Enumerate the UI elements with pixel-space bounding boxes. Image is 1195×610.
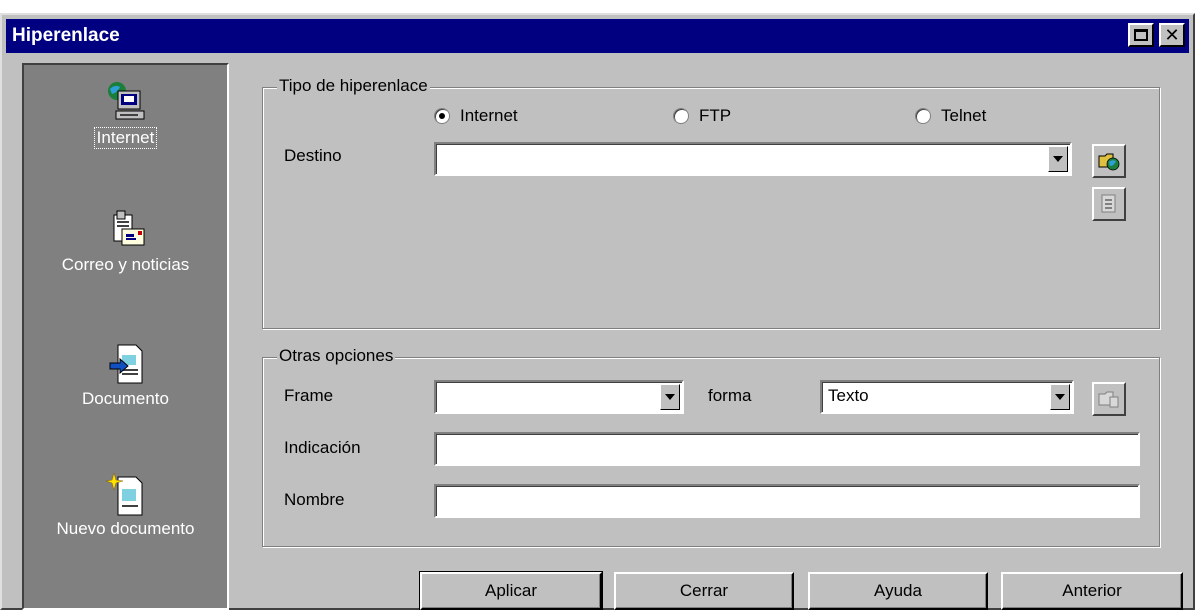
radio-button[interactable] [434, 108, 450, 124]
forma-dropdown-button[interactable] [1050, 384, 1070, 410]
help-button-label: Ayuda [874, 581, 922, 600]
frame-combobox[interactable] [434, 380, 684, 414]
destino-label: Destino [284, 146, 342, 165]
destino-dropdown-button[interactable] [1048, 146, 1068, 172]
radio-internet-label: Internet [460, 106, 518, 125]
close-button-label: Cerrar [679, 581, 729, 600]
mail-news-icon [106, 209, 146, 249]
nombre-label: Nombre [284, 490, 345, 509]
globe-computer-icon [106, 81, 146, 121]
window-title: Hiperenlace [12, 25, 120, 46]
back-button-label: Anterior [1062, 581, 1122, 600]
help-button[interactable]: Ayuda [808, 572, 988, 610]
sidebar-item-label: Correo y noticias [61, 255, 190, 274]
hyperlink-dialog: Hiperenlace ✕ Internet Correo y noticias… [0, 13, 1195, 610]
macro-events-icon [1098, 391, 1119, 408]
target-frame-button [1092, 187, 1126, 221]
frame-label: Frame [284, 386, 334, 405]
new-document-icon [105, 472, 146, 516]
forma-value: Texto [828, 386, 869, 405]
forma-combobox[interactable]: Texto [820, 380, 1074, 414]
document-icon [106, 343, 146, 384]
close-dialog-button[interactable]: Cerrar [614, 572, 794, 610]
chevron-down-icon [665, 394, 675, 400]
sidebar-item-label: Internet [93, 127, 158, 149]
browse-web-button[interactable] [1092, 144, 1126, 178]
close-icon: ✕ [1164, 25, 1180, 45]
link-type-legend: Tipo de hiperenlace [277, 76, 430, 96]
maximize-icon [1134, 29, 1148, 41]
sidebar-item-label: Documento [82, 389, 169, 408]
radio-selected-dot [439, 113, 445, 119]
frame-dropdown-button[interactable] [660, 384, 680, 410]
maximize-button[interactable] [1128, 23, 1154, 47]
close-button[interactable]: ✕ [1159, 23, 1185, 47]
chevron-down-icon [1055, 394, 1065, 400]
sidebar-item-label: Nuevo documento [56, 519, 195, 538]
chevron-down-icon [1053, 156, 1063, 162]
sidebar-item-mail-news[interactable]: Correo y noticias [24, 209, 227, 275]
radio-telnet-label: Telnet [941, 106, 987, 125]
radio-telnet[interactable]: Telnet [915, 106, 986, 126]
radio-button[interactable] [915, 108, 931, 124]
open-folder-globe-icon [1098, 153, 1120, 171]
forma-label: forma [708, 386, 752, 405]
apply-button-label: Aplicar [485, 581, 537, 600]
radio-internet[interactable]: Internet [434, 106, 518, 126]
destino-combobox[interactable] [434, 142, 1072, 176]
sidebar-item-document[interactable]: Documento [24, 343, 227, 409]
sidebar-item-new-document[interactable]: Nuevo documento [24, 472, 227, 539]
document-frames-icon [1101, 194, 1116, 213]
radio-button[interactable] [673, 108, 689, 124]
indicacion-label: Indicación [284, 438, 361, 457]
other-options-legend: Otras opciones [277, 346, 396, 366]
link-category-sidebar: Internet Correo y noticias Documento Nue… [22, 63, 229, 610]
title-bar[interactable]: Hiperenlace ✕ [6, 19, 1189, 53]
sidebar-item-internet[interactable]: Internet [24, 81, 227, 149]
nombre-input[interactable] [434, 484, 1140, 518]
back-button[interactable]: Anterior [1001, 572, 1183, 610]
apply-button[interactable]: Aplicar [419, 571, 603, 610]
radio-ftp-label: FTP [699, 106, 732, 125]
events-button [1092, 382, 1126, 416]
indicacion-input[interactable] [434, 432, 1140, 466]
radio-ftp[interactable]: FTP [673, 106, 731, 126]
